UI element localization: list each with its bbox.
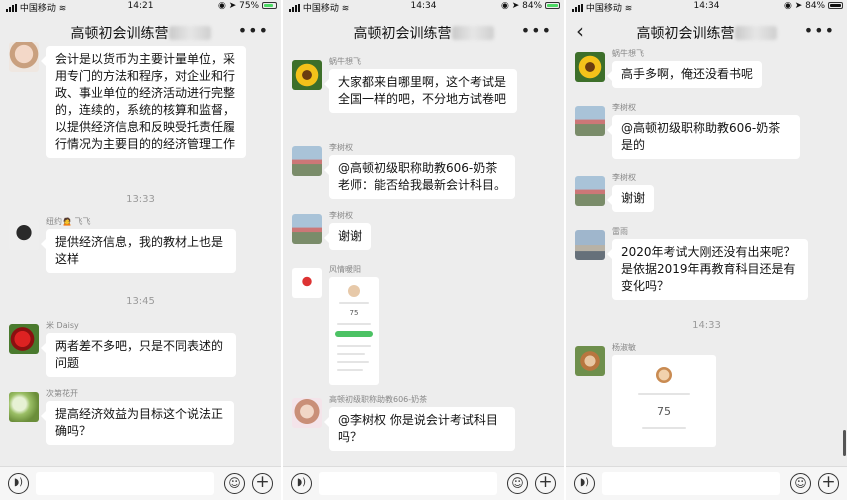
- sender-name: 李树权: [329, 211, 353, 220]
- location-icon: ➤: [794, 1, 803, 11]
- sender-name: 蜗牛想飞: [612, 49, 644, 58]
- avatar[interactable]: [292, 60, 322, 90]
- avatar[interactable]: [9, 220, 39, 250]
- sender-name: 蜗牛想飞: [329, 57, 361, 66]
- timestamp: 13:45: [126, 296, 155, 307]
- status-bar: 中国移动 ≋ 14:34 ◉ ➤ 84%: [283, 0, 564, 14]
- avatar[interactable]: [292, 398, 322, 428]
- battery-percent: 75%: [239, 1, 260, 11]
- sender-name: 李树权: [612, 103, 636, 112]
- voice-icon[interactable]: ◗): [291, 473, 312, 494]
- message-bubble[interactable]: 提供经济信息，我的教材上也是这样: [41, 229, 236, 273]
- chat-screen-2: 中国移动 ≋ 14:34 ◉ ➤ 84% 高顿初会训练营 ••• 蜗牛想飞 大家…: [283, 0, 564, 500]
- message-bubble[interactable]: 高手多啊，俺还没看书呢: [606, 61, 763, 88]
- lock-icon: ◉: [500, 1, 509, 11]
- profile-photo: [656, 367, 672, 383]
- status-bar: 中国移动 ≋ 14:21 ◉ ➤ 75%: [0, 0, 281, 14]
- message-bubble[interactable]: 2020年考试大刚还没有出来呢？是依据2019年再教育科目还是有变化吗？: [607, 239, 808, 300]
- message-bubble[interactable]: 谢谢: [606, 185, 655, 212]
- chat-header: ‹ 高顿初会训练营 •••: [566, 14, 847, 50]
- message-list[interactable]: 蜗牛想飞 高手多啊，俺还没看书呢 李树权 @高顿初级职称助教606-奶茶是的 李…: [566, 49, 847, 466]
- chat-header: 高顿初会训练营 •••: [0, 14, 281, 50]
- timestamp: 13:33: [126, 194, 155, 205]
- avatar[interactable]: [575, 176, 605, 206]
- sender-name: 风情暖阳: [329, 265, 361, 274]
- chat-title: 高顿初会训练营: [70, 26, 169, 42]
- avatar[interactable]: [9, 42, 39, 72]
- status-bar: 中国移动 ≋ 14:34 ◉ ➤ 84%: [566, 0, 847, 14]
- lock-icon: ◉: [783, 1, 792, 11]
- more-icon[interactable]: •••: [804, 21, 835, 40]
- message-list[interactable]: 会计是以货币为主要计量单位，采用专门的方法和程序，对企业和行政、事业单位的经济活…: [0, 42, 281, 466]
- redacted-title-part: [451, 26, 494, 40]
- message-bubble[interactable]: @高顿初级职称助教606-奶茶是的: [607, 115, 800, 159]
- location-icon: ➤: [228, 1, 237, 11]
- chat-header: 高顿初会训练营 •••: [283, 14, 564, 50]
- avatar[interactable]: [9, 324, 39, 354]
- message-bubble[interactable]: @高顿初级职称助教606-奶茶老师：能否给我最新会计科目。: [324, 155, 515, 199]
- image-message[interactable]: 75: [612, 355, 716, 447]
- more-icon[interactable]: •••: [238, 21, 269, 40]
- avatar[interactable]: [292, 268, 322, 298]
- voice-icon[interactable]: ◗): [8, 473, 29, 494]
- lock-icon: ◉: [217, 1, 226, 11]
- input-bar: ◗) ☺ +: [283, 466, 564, 500]
- more-icon[interactable]: •••: [521, 21, 552, 40]
- avatar[interactable]: [292, 146, 322, 176]
- message-bubble[interactable]: @李树权 你是说会计考试科目吗？: [324, 407, 515, 451]
- progress-bar: [335, 331, 373, 337]
- sender-name: 杨淑敏: [612, 343, 636, 352]
- sender-name: 李树权: [329, 143, 353, 152]
- emoji-icon[interactable]: ☺: [790, 473, 811, 494]
- redacted-title-part: [168, 26, 211, 40]
- sender-name: 雷雨: [612, 227, 628, 236]
- sender-name: 高顿初级职称助教606-奶茶: [329, 395, 428, 404]
- battery-percent: 84%: [805, 1, 826, 11]
- emoji-icon[interactable]: ☺: [507, 473, 528, 494]
- sender-name: 李树权: [612, 173, 636, 182]
- score-label: 75: [349, 309, 359, 317]
- message-bubble[interactable]: 大家都来自哪里啊，这个考试是全国一样的吧，不分地方试卷吧: [324, 69, 517, 113]
- sender-name: 纽约🙍 飞飞: [46, 217, 91, 226]
- battery-icon: [262, 2, 277, 9]
- location-icon: ➤: [511, 1, 520, 11]
- avatar[interactable]: [575, 346, 605, 376]
- battery-icon: [828, 2, 843, 9]
- avatar[interactable]: [575, 106, 605, 136]
- chat-title: 高顿初会训练营: [636, 26, 735, 42]
- battery-icon: [545, 2, 560, 9]
- message-list[interactable]: 蜗牛想飞 大家都来自哪里啊，这个考试是全国一样的吧，不分地方试卷吧 李树权 @高…: [283, 50, 564, 466]
- chat-screen-3: 中国移动 ≋ 14:34 ◉ ➤ 84% ‹ 高顿初会训练营 ••• 蜗牛想飞 …: [566, 0, 847, 500]
- emoji-icon[interactable]: ☺: [224, 473, 245, 494]
- score-label: 75: [657, 405, 671, 418]
- message-bubble[interactable]: 提高经济效益为目标这个说法正确吗？: [41, 401, 234, 445]
- message-input[interactable]: [319, 472, 497, 495]
- avatar[interactable]: [575, 230, 605, 260]
- input-bar: ◗) ☺ +: [0, 466, 281, 500]
- redacted-title-part: [734, 26, 777, 40]
- message-bubble[interactable]: 谢谢: [323, 223, 372, 250]
- avatar[interactable]: [292, 214, 322, 244]
- scrollbar[interactable]: [843, 430, 846, 456]
- image-message[interactable]: 75: [329, 277, 379, 385]
- battery-percent: 84%: [522, 1, 543, 11]
- plus-icon[interactable]: +: [252, 473, 273, 494]
- plus-icon[interactable]: +: [818, 473, 839, 494]
- timestamp: 14:33: [692, 320, 721, 331]
- profile-photo: [348, 285, 360, 297]
- chat-title: 高顿初会训练营: [353, 26, 452, 42]
- input-bar: ◗) ☺ +: [566, 466, 847, 500]
- sender-name: 次第花开: [46, 389, 78, 398]
- message-input[interactable]: [36, 472, 214, 495]
- message-bubble[interactable]: 会计是以货币为主要计量单位，采用专门的方法和程序，对企业和行政、事业单位的经济活…: [41, 46, 246, 158]
- avatar[interactable]: [575, 52, 605, 82]
- message-input[interactable]: [602, 472, 780, 495]
- plus-icon[interactable]: +: [535, 473, 556, 494]
- message-bubble[interactable]: 两者差不多吧，只是不同表述的问题: [41, 333, 236, 377]
- avatar[interactable]: [9, 392, 39, 422]
- sender-name: 米 Daisy: [46, 321, 79, 330]
- voice-icon[interactable]: ◗): [574, 473, 595, 494]
- chat-screen-1: 中国移动 ≋ 14:21 ◉ ➤ 75% 高顿初会训练营 ••• 会计是以货币为…: [0, 0, 281, 500]
